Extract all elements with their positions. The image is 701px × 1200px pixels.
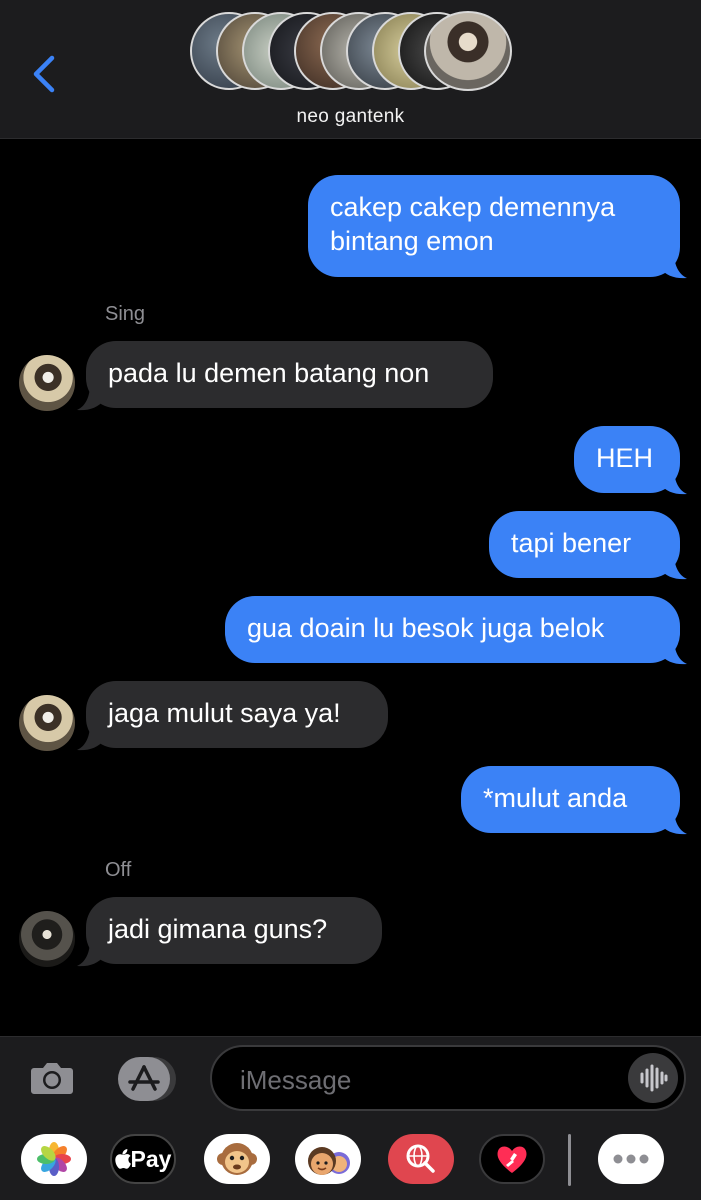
outgoing-message[interactable]: tapi bener: [489, 511, 680, 578]
memoji-button[interactable]: [295, 1134, 361, 1184]
drawer-divider: [568, 1134, 571, 1186]
monkey-animoji-icon: [217, 1143, 257, 1175]
animoji-button[interactable]: [204, 1134, 270, 1184]
message-text: *mulut anda: [483, 783, 628, 813]
message-text: pada lu demen batang non: [108, 358, 430, 388]
back-button[interactable]: [26, 50, 66, 100]
memoji-icon: [308, 1147, 350, 1175]
web-search-icon: [406, 1144, 435, 1173]
camera-button[interactable]: [28, 1054, 76, 1102]
bubble-tail: [660, 808, 687, 835]
more-icon: [613, 1154, 649, 1164]
app-store-button[interactable]: [118, 1055, 176, 1103]
apple-logo-icon: [114, 1149, 131, 1169]
message-text: jaga mulut saya ya!: [108, 698, 341, 728]
more-apps-button[interactable]: [598, 1134, 664, 1184]
chevron-left-icon: [33, 55, 55, 93]
avatar[interactable]: [19, 911, 75, 967]
bubble-tail: [660, 553, 687, 580]
message-text-line: cakep cakep demennya: [330, 192, 616, 222]
app-drawer: Pay: [0, 1120, 701, 1200]
message-text-line: bintang emon: [330, 226, 494, 256]
message-input[interactable]: [238, 1061, 602, 1099]
compose-bar: [0, 1036, 701, 1121]
message-text: tapi bener: [511, 528, 632, 558]
outgoing-message[interactable]: *mulut anda: [461, 766, 680, 833]
voice-message-button[interactable]: [628, 1053, 678, 1103]
apple-pay-button[interactable]: Pay: [110, 1134, 176, 1184]
message-text: jadi gimana guns?: [108, 914, 328, 944]
bubble-tail: [77, 384, 104, 411]
group-avatar-stack[interactable]: [190, 11, 512, 92]
message-field[interactable]: [210, 1045, 686, 1111]
bubble-tail: [660, 468, 687, 495]
digital-touch-button[interactable]: [479, 1134, 545, 1184]
incoming-message[interactable]: pada lu demen batang non: [86, 341, 493, 408]
camera-icon: [31, 1063, 73, 1094]
conversation-header: neo gantenk: [0, 0, 701, 139]
group-name[interactable]: neo gantenk: [0, 106, 701, 128]
incoming-message[interactable]: jadi gimana guns?: [86, 897, 382, 964]
bubble-tail: [77, 724, 104, 751]
photos-app-button[interactable]: [21, 1134, 87, 1184]
bubble-tail: [660, 252, 687, 279]
bubble-tail: [77, 940, 104, 967]
outgoing-message[interactable]: cakep cakep demennya bintang emon: [308, 175, 680, 277]
avatar[interactable]: [19, 355, 75, 411]
avatar: [424, 11, 512, 91]
message-text: gua doain lu besok juga belok: [247, 613, 605, 643]
incoming-message[interactable]: jaga mulut saya ya!: [86, 681, 388, 748]
sender-name: Off: [105, 859, 132, 881]
web-search-button[interactable]: [388, 1134, 454, 1184]
photos-icon: [37, 1142, 71, 1176]
message-text: HEH: [596, 443, 654, 473]
outgoing-message[interactable]: gua doain lu besok juga belok: [225, 596, 680, 663]
sender-name: Sing: [105, 303, 146, 325]
avatar[interactable]: [19, 695, 75, 751]
audio-waveform-icon: [640, 1064, 668, 1092]
apple-pay-label: Pay: [130, 1145, 172, 1172]
digital-touch-icon: [497, 1146, 527, 1173]
app-store-icon: [118, 1057, 176, 1101]
bubble-tail: [660, 638, 687, 665]
